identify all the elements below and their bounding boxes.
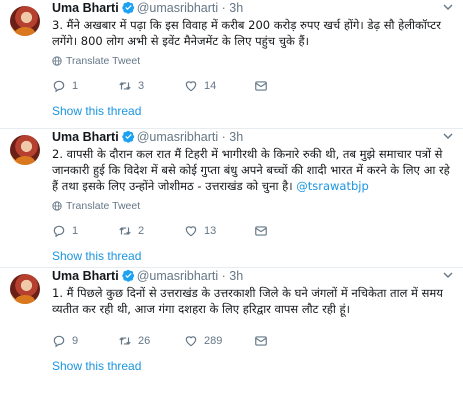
tweet-content: Uma Bharti @umasribharti · 3h 3. मैंने अख… — [52, 0, 455, 119]
tweet-text: 2. वापसी के दौरान कल रात मैं टिहरी में भ… — [52, 146, 455, 194]
mention-link[interactable]: @tsrawatbjp — [296, 179, 369, 193]
globe-icon — [52, 56, 62, 66]
message-icon — [255, 81, 267, 91]
message-button[interactable] — [254, 79, 274, 93]
show-thread-link[interactable]: Show this thread — [52, 358, 455, 374]
tweet-body: 2. वापसी के दौरान कल रात मैं टिहरी में भ… — [52, 147, 450, 193]
author-handle[interactable]: @umasribharti — [137, 130, 218, 144]
retweet-icon — [119, 82, 131, 90]
tweet-actions: 1 3 14 — [52, 78, 455, 94]
retweet-count: 3 — [138, 80, 145, 92]
message-icon — [255, 226, 267, 236]
translate-tweet[interactable]: Translate Tweet — [52, 54, 455, 68]
chevron-down-icon[interactable] — [443, 270, 453, 280]
like-icon — [185, 81, 197, 92]
reply-button[interactable]: 1 — [52, 224, 118, 238]
tweet-body: 3. मैंने अखबार में पढ़ा कि इस विवाह में … — [52, 18, 441, 48]
tweet[interactable]: Uma Bharti @umasribharti · 3h 2. वापसी के… — [0, 129, 463, 268]
like-count: 289 — [204, 335, 223, 347]
tweet-content: Uma Bharti @umasribharti · 3h 2. वापसी के… — [52, 129, 455, 264]
reply-button[interactable]: 1 — [52, 79, 118, 93]
retweet-button[interactable]: 3 — [118, 79, 184, 93]
reply-count: 1 — [72, 80, 79, 92]
reply-icon — [53, 335, 65, 348]
tweet-actions: 9 26 289 — [52, 333, 455, 349]
author-name[interactable]: Uma Bharti — [52, 130, 119, 144]
author-handle[interactable]: @umasribharti — [137, 1, 218, 15]
avatar[interactable] — [10, 135, 40, 165]
tweet-text: 1. मैं पिछले कुछ दिनों से उत्तराखंड के उ… — [52, 285, 455, 317]
tweet-time[interactable]: 3h — [229, 269, 243, 283]
tweet-time[interactable]: 3h — [229, 130, 243, 144]
globe-icon — [52, 201, 62, 211]
message-button[interactable] — [254, 224, 274, 238]
verified-icon — [121, 130, 134, 143]
chevron-down-icon[interactable] — [443, 2, 453, 12]
reply-icon — [53, 225, 65, 238]
retweet-count: 2 — [138, 225, 145, 237]
tweet-header: Uma Bharti @umasribharti · 3h — [52, 129, 455, 145]
like-button[interactable]: 289 — [184, 334, 254, 348]
like-count: 13 — [204, 225, 217, 237]
tweet[interactable]: Uma Bharti @umasribharti · 3h 3. मैंने अख… — [0, 0, 463, 129]
reply-icon — [53, 80, 65, 93]
show-thread-link[interactable]: Show this thread — [52, 248, 455, 264]
like-count: 14 — [204, 80, 217, 92]
reply-count: 9 — [72, 335, 79, 347]
verified-icon — [121, 269, 134, 282]
tweet-header: Uma Bharti @umasribharti · 3h — [52, 0, 455, 16]
translate-label: Translate Tweet — [66, 55, 141, 67]
like-button[interactable]: 13 — [184, 224, 254, 238]
separator-dot: · — [221, 269, 226, 283]
show-thread-link[interactable]: Show this thread — [52, 103, 455, 119]
tweet-header: Uma Bharti @umasribharti · 3h — [52, 268, 455, 284]
like-button[interactable]: 14 — [184, 79, 254, 93]
tweet[interactable]: Uma Bharti @umasribharti · 3h 1. मैं पिछल… — [0, 268, 463, 400]
author-handle[interactable]: @umasribharti — [137, 269, 218, 283]
retweet-button[interactable]: 2 — [118, 224, 184, 238]
like-icon — [185, 336, 197, 347]
retweet-button[interactable]: 26 — [118, 334, 184, 348]
separator-dot: · — [221, 1, 226, 15]
reply-count: 1 — [72, 225, 79, 237]
verified-icon — [121, 1, 134, 14]
tweet-content: Uma Bharti @umasribharti · 3h 1. मैं पिछल… — [52, 268, 455, 374]
like-icon — [185, 226, 197, 237]
translate-label: Translate Tweet — [66, 200, 141, 212]
avatar[interactable] — [10, 6, 40, 36]
reply-button[interactable]: 9 — [52, 334, 118, 348]
retweet-icon — [119, 227, 131, 235]
author-name[interactable]: Uma Bharti — [52, 269, 119, 283]
separator-dot: · — [221, 130, 226, 144]
retweet-icon — [119, 337, 131, 345]
tweet-text: 3. मैंने अखबार में पढ़ा कि इस विवाह में … — [52, 17, 455, 49]
author-name[interactable]: Uma Bharti — [52, 1, 119, 15]
retweet-count: 26 — [138, 335, 151, 347]
tweet-body: 1. मैं पिछले कुछ दिनों से उत्तराखंड के उ… — [52, 286, 443, 316]
translate-tweet[interactable]: Translate Tweet — [52, 199, 455, 213]
avatar[interactable] — [10, 274, 40, 304]
tweet-time[interactable]: 3h — [229, 1, 243, 15]
chevron-down-icon[interactable] — [443, 131, 453, 141]
message-button[interactable] — [254, 334, 274, 348]
tweet-actions: 1 2 13 — [52, 223, 455, 239]
message-icon — [255, 336, 267, 346]
